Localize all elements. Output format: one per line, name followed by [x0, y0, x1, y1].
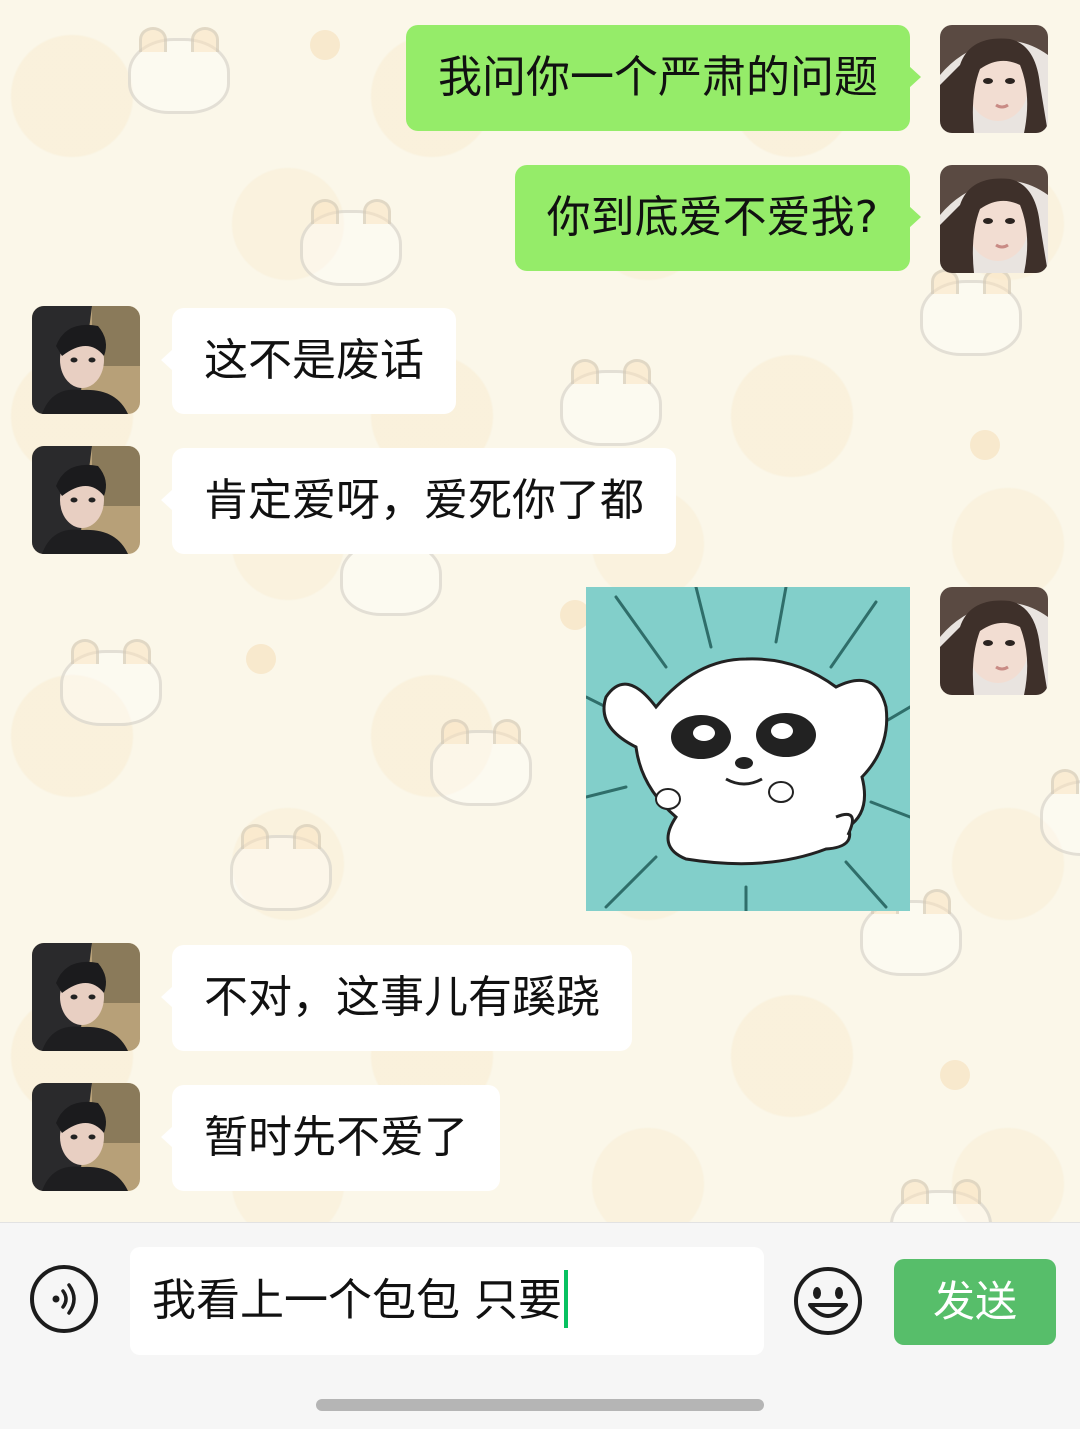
contact-avatar[interactable]: [32, 943, 140, 1051]
voice-icon: [52, 1283, 76, 1315]
wallpaper-cat-doodle: [430, 719, 532, 806]
wallpaper-cat-doodle: [920, 269, 1022, 356]
outgoing-message-bubble[interactable]: 你到底爱不爱我?: [514, 165, 922, 271]
send-button[interactable]: 发送: [894, 1259, 1056, 1345]
wallpaper-cat-doodle: [860, 889, 962, 976]
incoming-message-bubble[interactable]: 不对，这事儿有蹊跷: [161, 945, 632, 1051]
wallpaper-cat-doodle: [1040, 769, 1080, 856]
wallpaper-dot: [970, 430, 1000, 460]
message-input-text: 我看上一个包包 只要: [152, 1275, 562, 1326]
wallpaper-cat-doodle: [560, 359, 662, 446]
my-avatar[interactable]: [940, 25, 1048, 133]
my-avatar[interactable]: [940, 165, 1048, 273]
voice-input-button[interactable]: [30, 1265, 98, 1333]
wallpaper-cat-doodle: [890, 1179, 992, 1222]
wallpaper-cat-doodle: [230, 824, 332, 911]
incoming-message-bubble[interactable]: 这不是废话: [161, 308, 456, 414]
shocked-puppy-sticker[interactable]: [586, 587, 910, 911]
contact-avatar[interactable]: [32, 306, 140, 414]
wallpaper-dot: [246, 644, 276, 674]
emoji-icon: [794, 1267, 862, 1335]
contact-avatar[interactable]: [32, 446, 140, 554]
home-indicator: [316, 1399, 764, 1411]
message-input[interactable]: 我看上一个包包 只要: [130, 1247, 764, 1355]
my-avatar[interactable]: [940, 587, 1048, 695]
incoming-message-bubble[interactable]: 暂时先不爱了: [161, 1085, 500, 1191]
message-composer: 我看上一个包包 只要 发送: [0, 1222, 1080, 1429]
wallpaper-cat-doodle: [60, 639, 162, 726]
incoming-message-bubble[interactable]: 肯定爱呀，爱死你了都: [161, 448, 676, 554]
text-cursor: [564, 1270, 568, 1328]
wallpaper-dot: [310, 30, 340, 60]
emoji-button[interactable]: [792, 1265, 864, 1337]
contact-avatar[interactable]: [32, 1083, 140, 1191]
outgoing-message-bubble[interactable]: 我问你一个严肃的问题: [406, 25, 921, 131]
wallpaper-dot: [940, 1060, 970, 1090]
wallpaper-cat-doodle: [128, 27, 230, 114]
wallpaper-cat-doodle: [300, 199, 402, 286]
chat-background: 我问你一个严肃的问题 你到底爱不爱我? 这不是废话 肯定爱呀，爱死你了都 不对，…: [0, 0, 1080, 1222]
